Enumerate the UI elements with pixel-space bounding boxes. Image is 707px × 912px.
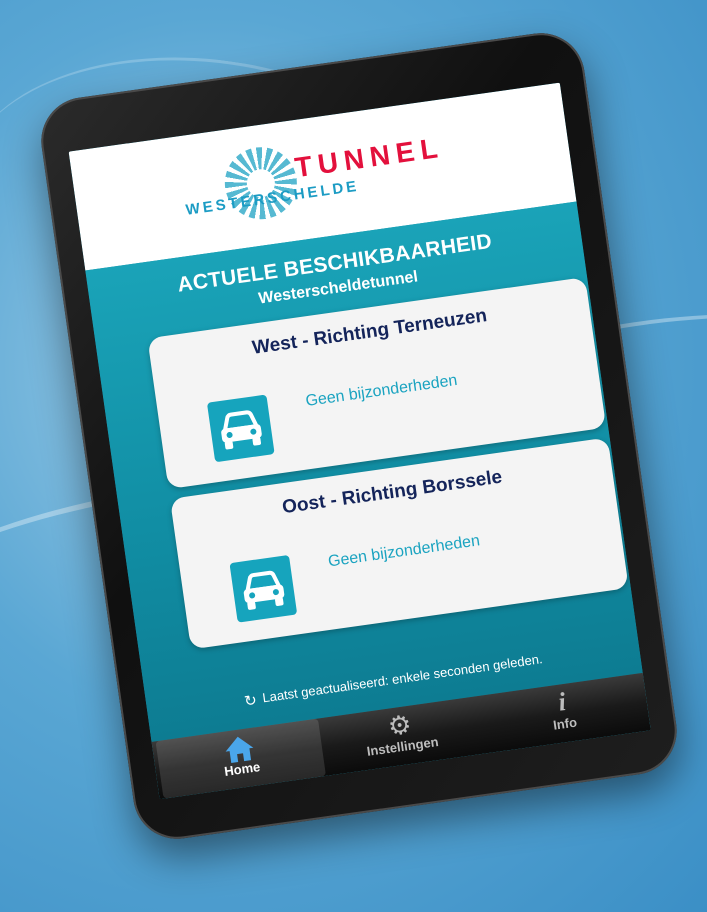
tablet-device: TUNNEL WESTERSCHELDE ACTUELE BESCHIKBAAR… xyxy=(35,27,683,845)
app-screen: TUNNEL WESTERSCHELDE ACTUELE BESCHIKBAAR… xyxy=(68,82,651,800)
car-icon xyxy=(229,554,298,623)
direction-status: Geen bijzonderheden xyxy=(327,532,481,571)
car-icon xyxy=(206,394,275,463)
refresh-icon[interactable]: ↻ xyxy=(243,691,258,711)
logo-tunnel-text: TUNNEL xyxy=(292,131,446,184)
direction-status: Geen bijzonderheden xyxy=(304,371,459,411)
